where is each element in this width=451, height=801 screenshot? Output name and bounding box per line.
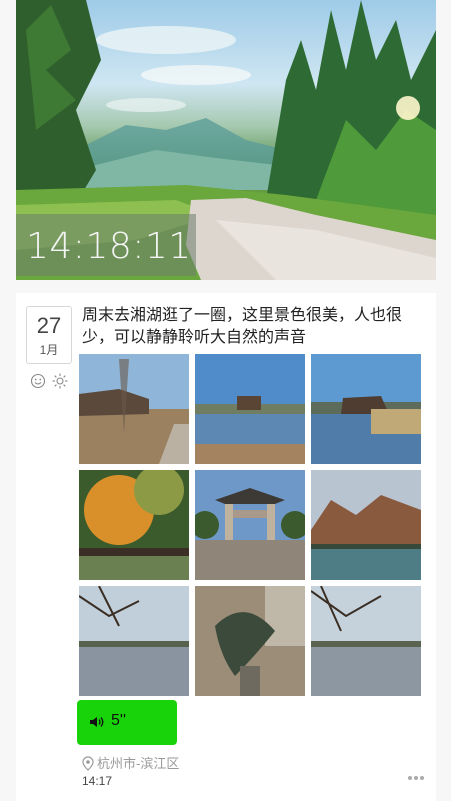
voice-duration: 5'': [111, 712, 127, 729]
photo-thumbnail[interactable]: [195, 470, 305, 580]
post-time: 14:17: [82, 774, 113, 788]
location-row[interactable]: 杭州市-滨江区: [82, 753, 179, 772]
date-badge: 27 1月: [26, 306, 72, 364]
speaker-icon: [90, 717, 104, 727]
entry-text: 周末去湘湖逛了一圈，这里景色很美，人也很少，可以静静聆听大自然的声音: [82, 307, 403, 346]
smiley-icon: [30, 373, 46, 389]
photo-thumbnail[interactable]: [195, 354, 305, 464]
hero-photo[interactable]: 14:18:11: [16, 0, 436, 280]
mood-weather-row: [30, 373, 80, 389]
photo-thumbnail[interactable]: [79, 354, 189, 464]
photo-thumbnail[interactable]: [79, 470, 189, 580]
sun-icon: [52, 373, 68, 389]
photo-thumbnail[interactable]: [311, 354, 421, 464]
location-text: 杭州市-滨江区: [97, 756, 180, 771]
more-options-icon[interactable]: [406, 771, 426, 785]
photo-grid: [79, 354, 421, 696]
diary-entry-card[interactable]: 27 1月 周末去湘湖逛了一圈，这里景色很美，人也很少，可以静静聆听大自然的声音: [16, 293, 436, 801]
photo-thumbnail[interactable]: [311, 470, 421, 580]
photo-thumbnail[interactable]: [195, 586, 305, 696]
location-pin-icon: [82, 756, 94, 771]
date-day: 27: [36, 313, 62, 338]
clock-time: 14:18:11: [26, 226, 192, 267]
voice-note-button[interactable]: 5'': [77, 700, 177, 745]
photo-thumbnail[interactable]: [79, 586, 189, 696]
photo-thumbnail[interactable]: [311, 586, 421, 696]
date-month: 1月: [39, 343, 59, 357]
